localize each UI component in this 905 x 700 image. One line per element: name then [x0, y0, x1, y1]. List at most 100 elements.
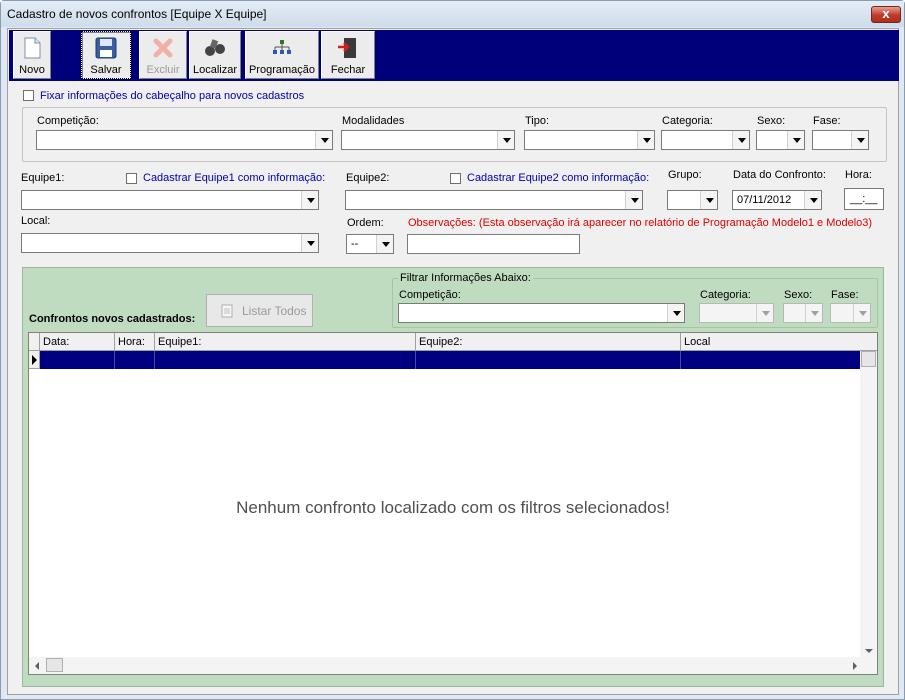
filter-sex-label: Sexo:	[784, 289, 813, 301]
list-all-button[interactable]: Listar Todos	[206, 294, 313, 327]
delete-button-label: Excluir	[146, 64, 180, 76]
chevron-down-icon[interactable]	[853, 304, 870, 322]
chevron-down-icon[interactable]	[787, 131, 804, 149]
chevron-down-icon[interactable]	[805, 304, 822, 322]
chevron-down-icon[interactable]	[804, 191, 821, 209]
fix-header-label: Fixar informações do cabeçalho para novo…	[40, 90, 305, 102]
close-form-button-label: Fechar	[330, 64, 366, 76]
chevron-down-icon[interactable]	[756, 304, 773, 322]
team1-label: Equipe1:	[21, 172, 65, 184]
filter-phase-combo[interactable]	[830, 303, 871, 323]
filter-category-label: Categoria:	[700, 289, 751, 301]
new-button[interactable]: Novo	[13, 31, 51, 79]
document-list-icon	[221, 304, 233, 318]
chevron-down-icon[interactable]	[732, 131, 749, 149]
team1-info-checkbox[interactable]	[126, 173, 137, 184]
save-button[interactable]: Salvar	[81, 31, 131, 79]
competition-combo[interactable]	[36, 130, 333, 150]
filter-title: Filtrar Informações Abaixo:	[398, 272, 533, 284]
competition-label: Competição:	[37, 115, 99, 127]
filter-sex-combo[interactable]	[783, 303, 823, 323]
cell-time	[115, 351, 155, 369]
sex-label: Sexo:	[757, 115, 786, 127]
fix-header-checkbox[interactable]	[23, 90, 34, 101]
chevron-down-icon[interactable]	[376, 235, 393, 253]
cell-date	[40, 351, 115, 369]
vertical-scroll-thumb[interactable]	[861, 351, 876, 367]
column-team2[interactable]: Equipe2:	[416, 333, 681, 351]
category-label: Categoria:	[662, 115, 713, 127]
window-title: Cadastro de novos confrontos [Equipe X E…	[7, 7, 267, 21]
cell-team1	[155, 351, 416, 369]
scroll-right-icon[interactable]	[853, 662, 857, 670]
new-document-icon	[24, 37, 41, 59]
column-team1[interactable]: Equipe1:	[155, 333, 416, 351]
schedule-button[interactable]: Programação	[245, 31, 319, 79]
column-time[interactable]: Hora:	[115, 333, 155, 351]
venue-combo[interactable]	[21, 233, 319, 253]
phase-combo[interactable]	[812, 130, 869, 150]
category-combo[interactable]	[661, 130, 750, 150]
table-row[interactable]	[40, 351, 861, 369]
binoculars-icon	[205, 39, 225, 56]
team2-info-checkbox[interactable]	[450, 173, 461, 184]
group-label: Grupo:	[668, 169, 702, 181]
type-label: Tipo:	[525, 115, 550, 127]
time-input[interactable]: __:__	[844, 188, 884, 210]
schedule-button-label: Programação	[248, 64, 316, 76]
floppy-disk-icon	[95, 37, 117, 59]
close-button[interactable]: x	[871, 6, 901, 23]
scroll-down-icon[interactable]	[865, 649, 873, 653]
match-date-label: Data do Confronto:	[733, 169, 826, 181]
team2-combo[interactable]	[345, 190, 643, 210]
chevron-down-icon[interactable]	[625, 191, 642, 209]
modalities-label: Modalidades	[342, 115, 405, 127]
cell-team2	[416, 351, 681, 369]
order-combo[interactable]: --	[346, 234, 394, 254]
chevron-down-icon[interactable]	[301, 234, 318, 252]
group-combo[interactable]	[667, 190, 718, 210]
chevron-down-icon[interactable]	[497, 131, 514, 149]
matches-grid[interactable]: Data: Hora: Equipe1: Equipe2: Local Nenh…	[28, 332, 878, 675]
time-value: __:__	[850, 193, 878, 205]
hierarchy-icon	[273, 40, 291, 54]
team2-label: Equipe2:	[346, 172, 390, 184]
sex-combo[interactable]	[756, 130, 805, 150]
modalities-combo[interactable]	[341, 130, 515, 150]
chevron-down-icon[interactable]	[667, 304, 684, 322]
new-button-label: Novo	[19, 64, 45, 76]
filter-category-combo[interactable]	[699, 303, 774, 323]
delete-button[interactable]: Excluir	[139, 31, 187, 79]
filter-competition-combo[interactable]	[398, 303, 685, 323]
close-form-button[interactable]: Fechar	[321, 31, 375, 79]
horizontal-scrollbar[interactable]	[29, 657, 877, 674]
chevron-down-icon[interactable]	[315, 131, 332, 149]
find-button-label: Localizar	[192, 64, 238, 76]
toolbar: Novo Salvar Excluir Localizar Programaçã…	[9, 30, 899, 81]
type-combo[interactable]	[524, 130, 655, 150]
match-date-picker[interactable]: 07/11/2012	[732, 190, 822, 210]
find-button[interactable]: Localizar	[189, 31, 241, 79]
save-button-label: Salvar	[90, 64, 122, 76]
chevron-down-icon[interactable]	[301, 191, 318, 209]
team1-combo[interactable]	[21, 190, 319, 210]
exit-door-icon	[338, 38, 356, 58]
delete-x-icon	[153, 38, 173, 58]
list-all-label: Listar Todos	[242, 304, 307, 318]
horizontal-scroll-thumb[interactable]	[46, 658, 63, 672]
filter-competition-label: Competição:	[399, 289, 461, 301]
chevron-down-icon[interactable]	[637, 131, 654, 149]
venue-label: Local:	[21, 215, 51, 227]
title-bar[interactable]: Cadastro de novos confrontos [Equipe X E…	[1, 1, 904, 27]
team1-info-label: Cadastrar Equipe1 como informação:	[143, 172, 326, 184]
observations-label: Observações: (Esta observação irá aparec…	[408, 217, 873, 229]
column-venue[interactable]: Local	[681, 333, 877, 351]
chevron-down-icon[interactable]	[700, 191, 717, 209]
chevron-down-icon[interactable]	[851, 131, 868, 149]
header-group: Competição: Modalidades Tipo: Categoria:…	[22, 107, 887, 162]
scroll-left-icon[interactable]	[35, 662, 39, 670]
filter-phase-label: Fase:	[831, 289, 859, 301]
team2-info-label: Cadastrar Equipe2 como informação:	[467, 172, 650, 184]
column-date[interactable]: Data:	[40, 333, 115, 351]
observations-input[interactable]	[407, 234, 580, 254]
